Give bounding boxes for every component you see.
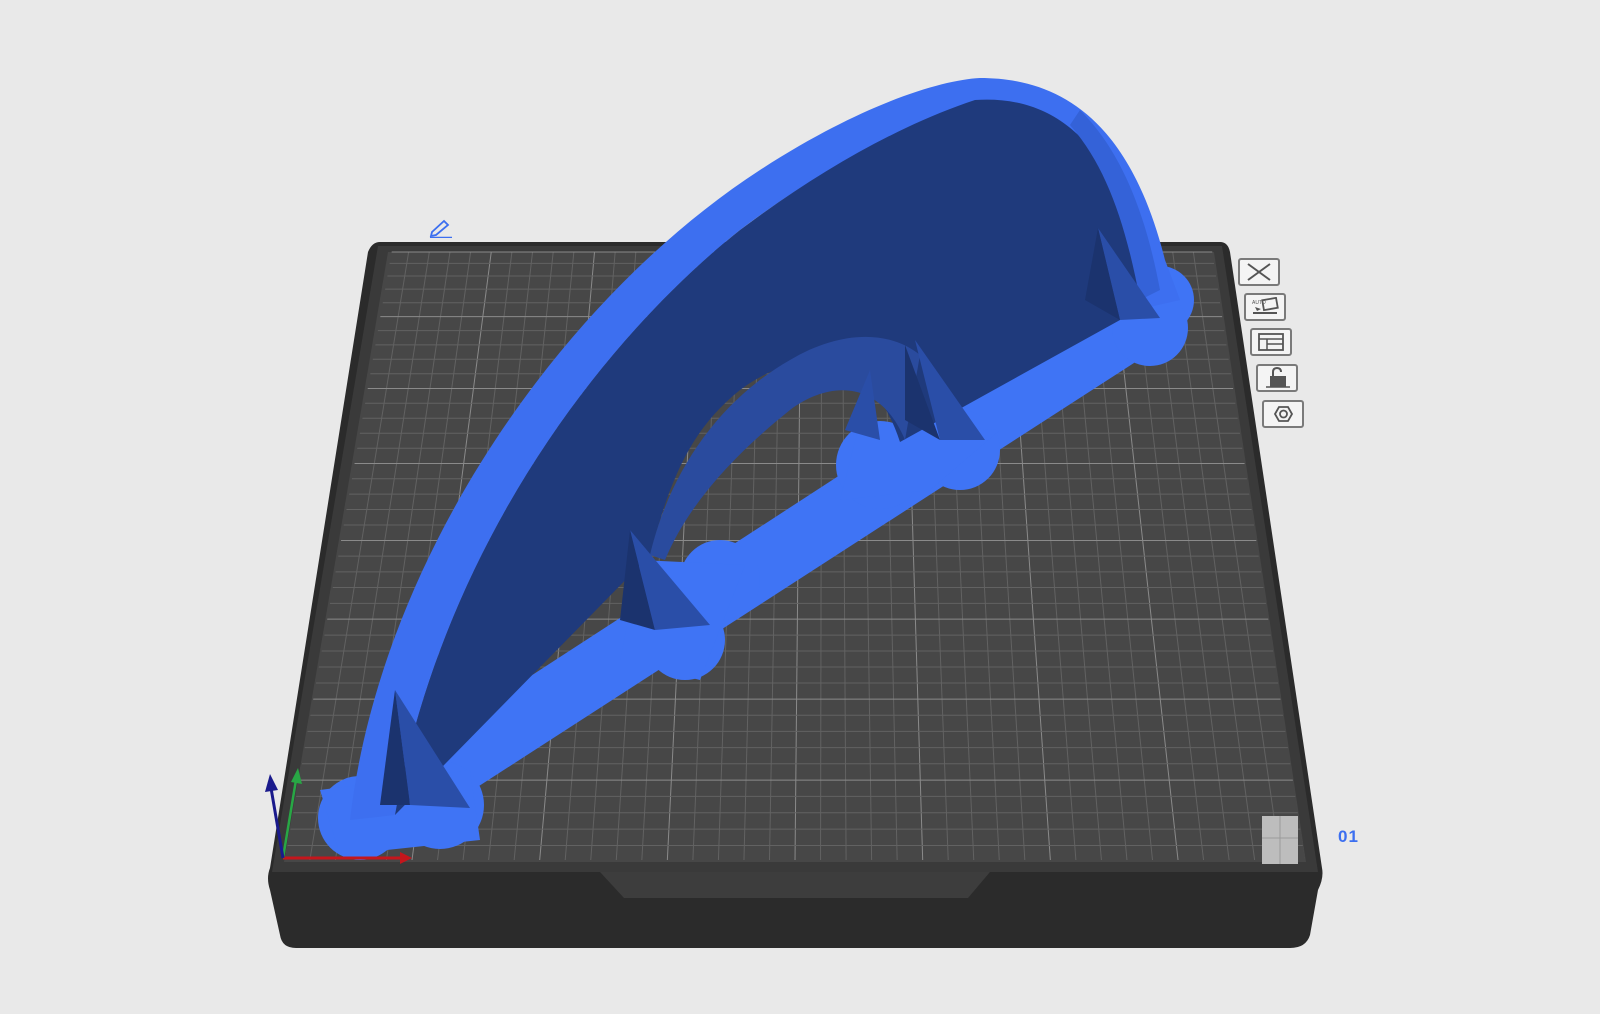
lock-plate-button[interactable] [1256,364,1298,392]
scene-canvas[interactable] [0,0,1600,1009]
auto-orient-icon: AUTO [1252,297,1279,314]
close-x-icon [1247,263,1271,281]
plate-settings-button[interactable] [1262,400,1304,428]
unlock-icon [1266,367,1290,388]
3d-viewport[interactable]: AUTO 01 [0,0,1600,1009]
arrange-button[interactable] [1250,328,1292,356]
pencil-icon [429,219,452,239]
auto-orient-button[interactable]: AUTO [1244,293,1286,321]
plate-corner-tile [1262,816,1298,864]
plate-index-label: 01 [1338,827,1359,846]
edit-plate-name-button[interactable] [428,218,454,239]
delete-plate-button[interactable] [1238,258,1280,286]
svg-text:AUTO: AUTO [1252,300,1266,306]
arrange-layout-icon [1258,333,1284,351]
hex-nut-settings-icon [1273,406,1294,422]
